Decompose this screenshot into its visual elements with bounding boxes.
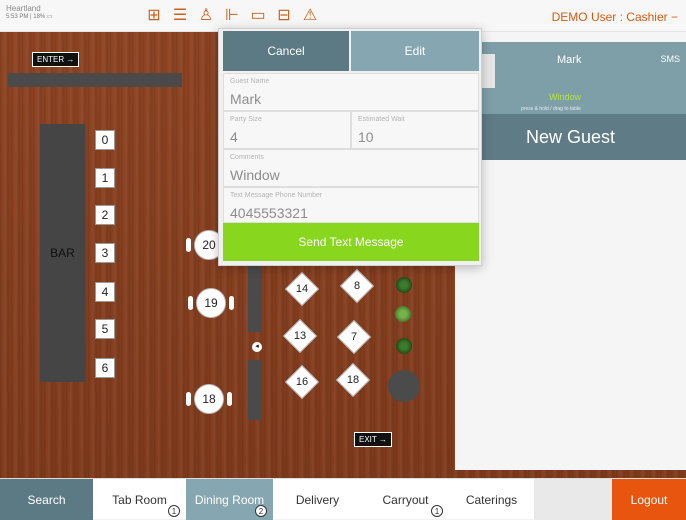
bar-stool[interactable]: 5 [95,319,115,339]
guest-name-label: Guest Name [230,78,270,85]
bar-counter: BAR [40,124,85,382]
sms-indicator: SMS [660,54,680,64]
waitlist-panel: Mark SMS Window press & hold / drag to t… [455,32,686,470]
logout-label: Logout [630,492,668,507]
bar-stool[interactable]: 3 [95,243,115,263]
bar-stool[interactable]: 6 [95,358,115,378]
phone-label: Text Message Phone Number [230,192,323,199]
table-label[interactable]: 16 [290,370,314,394]
comments-value: Window [230,167,280,183]
edit-button[interactable]: Edit [351,31,479,71]
phone-field[interactable]: Text Message Phone Number 4045553321 [223,187,479,223]
nav-delivery-label: Delivery [295,492,340,507]
arrow-icon: ◂ [252,342,262,352]
party-size-label: Party Size [230,116,262,123]
grid-icon[interactable]: ⊞ [144,6,164,26]
comments-field[interactable]: Comments Window [223,149,479,187]
alert-icon[interactable]: ⚠ [300,6,320,26]
count-badge: 1 [168,505,180,517]
chart-icon[interactable]: ⊩ [222,6,242,26]
bar-stool[interactable]: 2 [95,205,115,225]
plant-icon [396,277,412,293]
count-badge: 1 [431,505,443,517]
nav-delivery[interactable]: Delivery [273,479,362,520]
bar-label: BAR [50,246,75,260]
bar-stool[interactable]: 0 [95,130,115,150]
wall-top [8,73,182,87]
wait-time-field[interactable]: Estimated Wait 10 [351,111,479,149]
party-size-value: 4 [230,129,238,145]
guest-detail-popup: Cancel Edit Guest Name Mark Party Size 4… [218,28,482,266]
table-label[interactable]: 13 [288,324,312,348]
wait-time-value: 10 [358,129,374,145]
plant-icon [395,306,411,322]
status-text: 5:53 PM | 18% ▭ [6,14,53,20]
nav-caterings[interactable]: Caterings [449,479,534,520]
phone-value: 4045553321 [230,205,308,221]
cancel-button[interactable]: Cancel [223,31,349,71]
person-icon[interactable]: ♙ [196,6,216,26]
nav-empty-slot [534,479,612,520]
pillar [388,370,420,402]
drag-hint: press & hold / drag to table [521,106,581,112]
nav-tab-room-label: Tab Room [112,492,167,507]
comments-label: Comments [230,154,264,161]
send-text-message-button[interactable]: Send Text Message [223,223,479,261]
table-round[interactable]: 18 [186,384,232,414]
new-guest-button[interactable]: New Guest [455,114,686,160]
table-label[interactable]: 7 [342,325,366,349]
user-menu[interactable]: DEMO User : Cashier − [552,10,678,24]
divider-wall [248,266,262,332]
brand-name: Heartland [6,4,41,13]
bar-stool[interactable]: 1 [95,168,115,188]
enter-sign: ENTER → [32,52,80,67]
waitlist-guest-name: Mark [557,54,582,66]
wait-time-label: Estimated Wait [358,116,405,123]
table-label[interactable]: 14 [290,277,314,301]
nav-search-label: Search [27,492,66,507]
waitlist-entry[interactable]: Mark SMS Window press & hold / drag to t… [455,42,686,120]
toolbar-icons: ⊞ ☰ ♙ ⊩ ▭ ⊟ ⚠ [144,6,320,26]
plant-icon [396,338,412,354]
table-icon[interactable]: ⊟ [274,6,294,26]
monitor-icon[interactable]: ▭ [248,6,268,26]
stack-icon[interactable]: ☰ [170,6,190,26]
nav-tab-room[interactable]: Tab Room 1 [93,479,186,520]
brand-block: Heartland 5:53 PM | 18% ▭ [6,4,53,22]
nav-carryout-label: Carryout [382,492,429,507]
table-round[interactable]: 19 [188,288,234,318]
waitlist-note: Window [549,92,582,102]
bar-stool[interactable]: 4 [95,282,115,302]
nav-search[interactable]: Search [0,479,93,520]
divider-wall [248,360,262,420]
bottom-nav: Search Tab Room 1 Dining Room 2 Delivery… [0,478,686,520]
nav-carryout[interactable]: Carryout 1 [362,479,449,520]
guest-name-value: Mark [230,91,262,107]
count-badge: 2 [255,505,267,517]
party-size-field[interactable]: Party Size 4 [223,111,351,149]
nav-dining-room-label: Dining Room [194,492,265,507]
logout-button[interactable]: Logout [612,479,686,520]
guest-name-field[interactable]: Guest Name Mark [223,73,479,111]
nav-caterings-label: Caterings [465,492,518,507]
exit-sign: EXIT → [354,432,392,447]
nav-dining-room[interactable]: Dining Room 2 [186,479,273,520]
table-label[interactable]: 18 [341,368,365,392]
table-label[interactable]: 8 [345,274,369,298]
